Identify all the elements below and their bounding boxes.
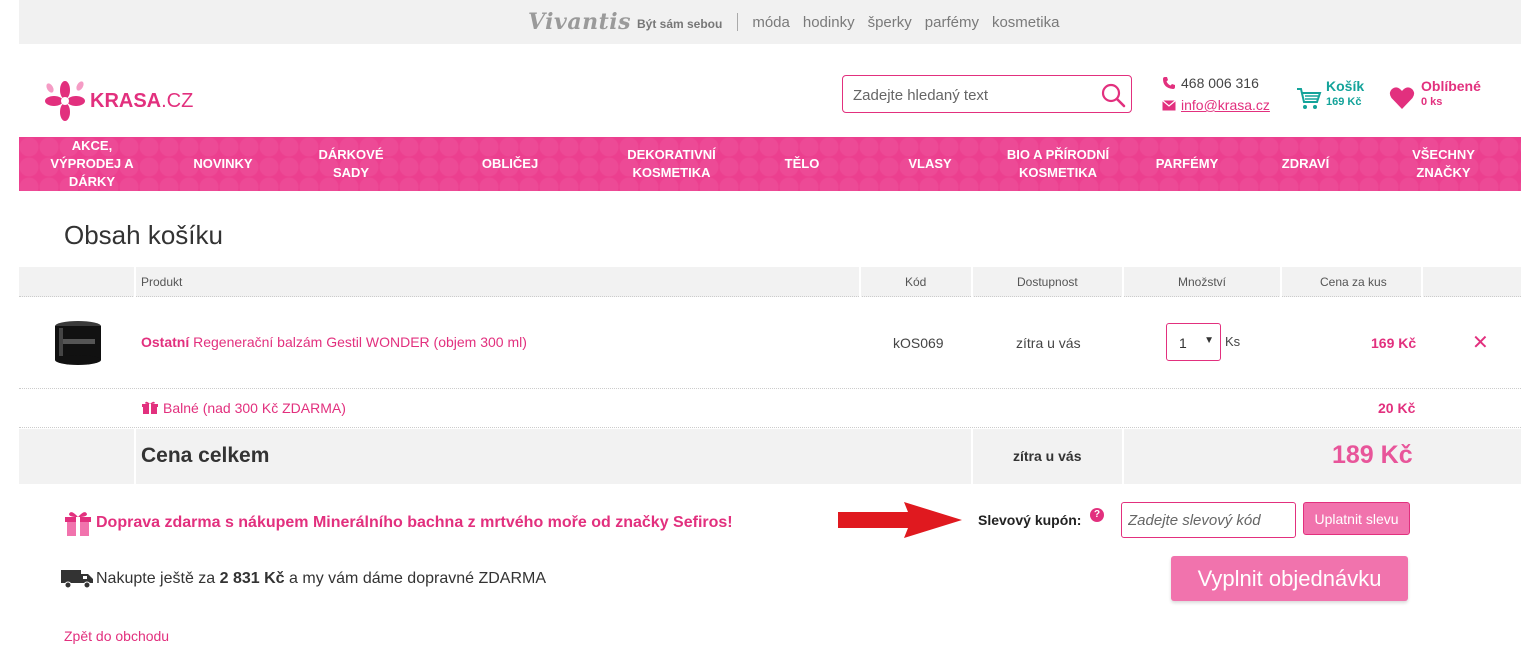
free-shipping-amount: 2 831 Kč — [219, 570, 285, 587]
topbar-link-hodinky[interactable]: hodinky — [803, 14, 855, 31]
cart-widget[interactable]: Košík 169 Kč — [1296, 78, 1364, 112]
search-box — [842, 75, 1132, 113]
quantity-select[interactable]: 1 ▼ — [1166, 323, 1221, 361]
nav-item-parfemy[interactable]: PARFÉMY — [1137, 137, 1237, 191]
product-code: kOS069 — [893, 335, 944, 351]
col-availability: Dostupnost — [1017, 275, 1078, 289]
col-unit-price: Cena za kus — [1320, 275, 1387, 289]
gift-icon — [142, 401, 158, 414]
nav-item-vsechny-znacky[interactable]: VŠECHNY ZNAČKY — [1391, 137, 1496, 191]
header-separator — [1122, 267, 1124, 297]
back-to-shop-link[interactable]: Zpět do obchodu — [64, 628, 169, 644]
cart-icon — [1297, 88, 1322, 109]
product-link[interactable]: Ostatní Regenerační balzám Gestil WONDER… — [141, 334, 527, 350]
total-availability: zítra u vás — [1013, 448, 1082, 464]
coupon-input[interactable] — [1121, 502, 1296, 538]
topbar-link-moda[interactable]: móda — [752, 14, 790, 31]
nav-item-zdravi[interactable]: ZDRAVÍ — [1263, 137, 1348, 191]
topbar-link-parfemy[interactable]: parfémy — [925, 14, 979, 31]
total-separator — [971, 429, 973, 484]
truck-icon — [61, 570, 93, 589]
topbar-divider — [737, 13, 739, 31]
logo-text: KRASA.CZ — [90, 89, 194, 112]
nav-item-dekorativni-kosmetika[interactable]: DEKORATIVNÍ KOSMETIKA — [604, 137, 739, 191]
krasa-logo[interactable]: KRASA.CZ — [42, 78, 193, 124]
cart-item-row: Ostatní Regenerační balzám Gestil WONDER… — [19, 298, 1521, 389]
total-row: Cena celkem zítra u vás 189 Kč — [19, 429, 1521, 484]
total-separator — [134, 429, 136, 484]
packaging-row: Balné (nad 300 Kč ZDARMA) 20 Kč — [19, 390, 1521, 428]
favorites-count: 0 ks — [1421, 96, 1443, 108]
total-separator — [1122, 429, 1124, 484]
nav-item-akce[interactable]: AKCE, VÝPRODEJ A DÁRKY — [37, 137, 147, 191]
free-shipping-info: Nakupte ještě za 2 831 Kč a my vám dáme … — [61, 568, 546, 590]
gift-icon — [65, 512, 91, 536]
favorites-label: Oblíbené — [1421, 78, 1481, 94]
vivantis-logo[interactable]: Vivantis — [528, 9, 631, 35]
apply-coupon-button[interactable]: Uplatnit slevu — [1303, 502, 1410, 535]
free-shipping-suffix: a my vám dáme dopravné ZDARMA — [289, 570, 547, 587]
nav-item-bio[interactable]: BIO A PŘÍRODNÍ KOSMETIKA — [1003, 137, 1113, 191]
product-price: 169 Kč — [1371, 335, 1417, 351]
phone-icon — [1163, 77, 1175, 89]
contact-info: 468 006 316 info@krasa.cz — [1161, 73, 1270, 115]
header-separator — [1280, 267, 1282, 297]
vivantis-slogan: Být sám sebou — [636, 17, 723, 31]
email-link[interactable]: info@krasa.cz — [1181, 97, 1270, 113]
cart-total: 169 Kč — [1326, 96, 1362, 108]
topbar-link-kosmetika[interactable]: kosmetika — [992, 14, 1060, 31]
promo-banner: Doprava zdarma s nákupem Minerálního bac… — [64, 509, 733, 537]
topbar-link-sperky[interactable]: šperky — [868, 14, 912, 31]
nav-item-novinky[interactable]: NOVINKY — [179, 137, 267, 191]
product-brand: Ostatní — [141, 334, 190, 350]
header-separator — [1421, 267, 1423, 297]
product-image[interactable] — [53, 319, 103, 367]
heart-icon — [1389, 87, 1415, 109]
packaging-label: Balné (nad 300 Kč ZDARMA) — [163, 400, 346, 416]
quantity-unit: Ks — [1225, 334, 1241, 349]
page-title: Obsah košíku — [64, 220, 223, 250]
vivantis-topbar: Vivantis Být sám sebou móda hodinky šper… — [19, 0, 1521, 44]
place-order-button[interactable]: Vyplnit objednávku — [1171, 556, 1408, 601]
nav-item-oblicej[interactable]: OBLIČEJ — [465, 137, 555, 191]
nav-item-vlasy[interactable]: VLASY — [891, 137, 969, 191]
mail-icon — [1162, 99, 1176, 110]
product-name: Regenerační balzám Gestil WONDER (objem … — [193, 334, 527, 350]
coupon-label: Slevový kupón: — [978, 512, 1082, 528]
packaging-price: 20 Kč — [1378, 400, 1416, 416]
col-product: Produkt — [141, 275, 183, 289]
search-icon[interactable] — [1099, 81, 1127, 109]
nav-item-telo[interactable]: TĚLO — [767, 137, 837, 191]
col-quantity: Množství — [1178, 275, 1227, 289]
quantity-value: 1 — [1179, 335, 1187, 351]
free-shipping-prefix: Nakupte ještě za — [96, 570, 216, 587]
nav-item-darkove-sady[interactable]: DÁRKOVÉ SADY — [301, 137, 401, 191]
header-separator — [134, 267, 136, 297]
col-code: Kód — [905, 275, 927, 289]
help-icon[interactable]: ? — [1090, 508, 1104, 522]
header-separator — [971, 267, 973, 297]
product-availability: zítra u vás — [1016, 335, 1081, 351]
dropdown-arrow-icon: ▼ — [1204, 335, 1214, 346]
total-label: Cena celkem — [141, 444, 270, 467]
promo-text: Doprava zdarma s nákupem Minerálního bac… — [96, 514, 733, 531]
phone-number: 468 006 316 — [1181, 75, 1259, 91]
search-input[interactable] — [853, 84, 1093, 106]
header-separator — [859, 267, 861, 297]
main-nav: AKCE, VÝPRODEJ A DÁRKY NOVINKY DÁRKOVÉ S… — [19, 137, 1521, 191]
cart-label: Košík — [1326, 78, 1365, 94]
arrow-right-icon — [838, 502, 962, 538]
cart-table-header: Produkt Kód Dostupnost Množství Cena za … — [19, 267, 1521, 297]
flower-logo-icon — [45, 81, 85, 121]
favorites-widget[interactable]: Oblíbené 0 ks — [1389, 78, 1481, 110]
total-price: 189 Kč — [1332, 441, 1413, 469]
remove-item-icon[interactable]: ✕ — [1472, 330, 1489, 355]
